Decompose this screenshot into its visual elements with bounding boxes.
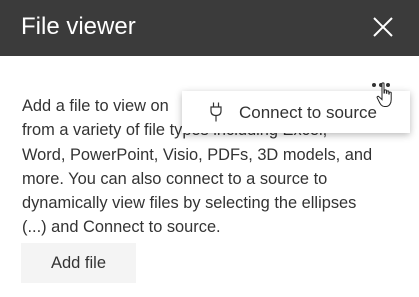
more-options-menu: Connect to source xyxy=(182,91,410,133)
more-options-dot xyxy=(379,83,383,87)
description-line: Word, PowerPoint, Visio, PDFs, 3D models… xyxy=(22,145,373,164)
description-line: (...) and Connect to source. xyxy=(22,218,221,237)
panel-header: File viewer xyxy=(0,0,419,56)
menu-item-connect-to-source[interactable]: Connect to source xyxy=(182,91,410,133)
panel-title: File viewer xyxy=(21,13,136,40)
plug-icon xyxy=(210,102,222,122)
file-viewer-panel: File viewer Add a file to view on from a… xyxy=(0,0,419,297)
description-line: more. You can also connect to a source t… xyxy=(22,169,328,188)
more-options-dot xyxy=(386,83,390,87)
description-line: dynamically view files by selecting the … xyxy=(22,194,357,213)
menu-item-label: Connect to source xyxy=(239,103,377,122)
close-button[interactable] xyxy=(366,10,400,44)
close-icon xyxy=(373,17,393,37)
more-options-icon xyxy=(372,83,376,87)
add-file-button[interactable]: Add file xyxy=(21,243,136,283)
